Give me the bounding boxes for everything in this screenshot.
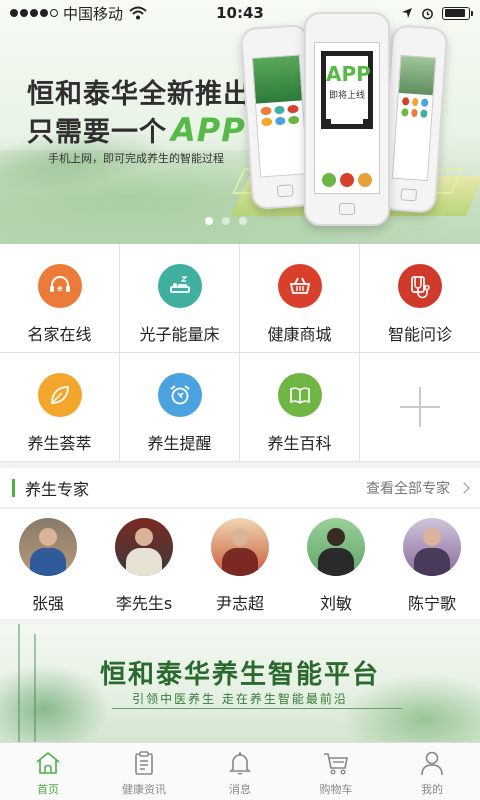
experts-section-title: 养生专家 [25, 479, 90, 499]
service-smart-consult[interactable]: 智能问诊 [360, 244, 480, 353]
experts-list: 张强 李先生s 尹志超 刘敏 陈宁歌 [0, 509, 480, 619]
tab-label: 首页 [37, 783, 59, 796]
stethoscope-icon [398, 264, 442, 308]
tab-cart[interactable]: 购物车 [288, 743, 384, 800]
service-wellness-reminder[interactable]: 养生提醒 [120, 353, 240, 462]
tab-messages[interactable]: 消息 [192, 743, 288, 800]
service-label: 养生提醒 [147, 434, 212, 453]
avatar [307, 518, 365, 576]
view-all-experts-label: 查看全部专家 [366, 480, 450, 497]
tab-home[interactable]: 首页 [0, 743, 96, 800]
app-screen: 恒和泰华全新推出 只需要一个 APP 手机上网，即可完成养生的智能过程 APP … [0, 0, 480, 800]
tab-label: 健康资讯 [122, 783, 166, 796]
tab-profile[interactable]: 我的 [384, 743, 480, 800]
view-all-experts-link[interactable]: 查看全部专家 [366, 478, 470, 498]
add-service-button[interactable] [360, 353, 480, 462]
avatar [115, 518, 173, 576]
location-arrow-icon [402, 8, 412, 18]
phone-mockup-center: APP 即将上线 [304, 12, 390, 226]
tab-bar: 首页 健康资讯 消息 购物车 我的 [0, 742, 480, 800]
expert-item[interactable]: 刘敏 [288, 509, 384, 619]
bell-icon [229, 752, 251, 775]
user-icon [421, 751, 443, 776]
banner-subtitle: 手机上网，即可完成养生的智能过程 [48, 152, 224, 165]
avatar [19, 518, 77, 576]
book-icon [277, 373, 322, 417]
status-bar: 中国移动 10:43 [0, 0, 480, 26]
section-accent-bar [12, 478, 15, 497]
experts-section-header: 养生专家 查看全部专家 [0, 468, 480, 508]
qr-coming-soon: 即将上线 [328, 91, 365, 101]
bed-icon [157, 264, 202, 308]
alarm-clock-icon [157, 373, 202, 417]
service-photon-bed[interactable]: 光子能量床 [120, 244, 240, 353]
pager-dot[interactable] [205, 217, 213, 225]
service-famous-doctors[interactable]: e 名家在线 [0, 244, 120, 353]
service-label: 养生百科 [267, 434, 332, 453]
battery-icon [442, 6, 473, 20]
expert-item[interactable]: 尹志超 [192, 509, 288, 619]
service-label: 智能问诊 [387, 325, 452, 344]
expert-item[interactable]: 陈宁歌 [384, 509, 480, 619]
plus-icon [400, 387, 440, 427]
basket-icon [277, 264, 322, 308]
banner-divider [112, 708, 402, 709]
service-label: 光子能量床 [139, 325, 220, 344]
qr-app-label: APP [326, 62, 371, 86]
clipboard-icon [135, 751, 153, 775]
tab-label: 消息 [229, 783, 251, 796]
banner-headline-app: APP [171, 111, 246, 149]
banner-headline-prefix: 只需要一个 [27, 117, 167, 148]
carrier-name: 中国移动 [63, 4, 124, 23]
cart-icon [324, 753, 348, 775]
pager-dot[interactable] [239, 217, 247, 225]
app-logo-icon [358, 173, 372, 187]
qr-code: APP 即将上线 [321, 51, 373, 129]
platform-banner-title: 恒和泰华养生智能平台 [99, 660, 380, 690]
tab-label: 我的 [421, 783, 443, 796]
banner-headline-line2: 只需要一个 APP [27, 110, 246, 149]
avatar [211, 518, 269, 576]
promo-carousel[interactable]: 恒和泰华全新推出 只需要一个 APP 手机上网，即可完成养生的智能过程 APP … [0, 0, 480, 244]
svg-text:e: e [57, 284, 63, 293]
expert-name: 刘敏 [319, 594, 352, 613]
service-wellness-encyclopedia[interactable]: 养生百科 [240, 353, 360, 462]
headset-icon: e [37, 264, 82, 308]
expert-name: 尹志超 [215, 594, 264, 613]
expert-item[interactable]: 张强 [0, 509, 96, 619]
pager-dot[interactable] [222, 217, 230, 225]
tab-label: 购物车 [319, 783, 353, 796]
status-time: 10:43 [216, 4, 264, 22]
apple-icon [340, 173, 354, 187]
home-icon [36, 751, 60, 774]
expert-name: 李先生s [115, 594, 173, 613]
store-icons [315, 173, 379, 187]
tab-health-news[interactable]: 健康资讯 [96, 743, 192, 800]
expert-name: 张强 [31, 594, 64, 613]
service-label: 名家在线 [27, 325, 92, 344]
service-grid: e 名家在线 光子能量床 健康商城 智能问诊 养生荟萃 养生提醒 养生百科 [0, 244, 480, 462]
alarm-icon [422, 8, 433, 19]
service-health-mall[interactable]: 健康商城 [240, 244, 360, 353]
platform-banner-subtitle: 引领中医养生 走在养生智能最前沿 [132, 692, 348, 706]
service-label: 养生荟萃 [27, 434, 92, 453]
chevron-right-icon [458, 481, 470, 494]
expert-name: 陈宁歌 [407, 594, 456, 613]
service-wellness-collection[interactable]: 养生荟萃 [0, 353, 120, 462]
android-icon [322, 173, 336, 187]
banner-headline-line1: 恒和泰华全新推出 [27, 79, 251, 110]
service-label: 健康商城 [267, 325, 332, 344]
leaf-icon [37, 373, 82, 417]
platform-banner[interactable]: 恒和泰华养生智能平台 引领中医养生 走在养生智能最前沿 [0, 624, 480, 742]
carousel-pager[interactable] [205, 217, 247, 225]
avatar [403, 518, 461, 576]
signal-strength-icon [10, 9, 58, 17]
wifi-icon [129, 6, 147, 20]
expert-item[interactable]: 李先生s [96, 509, 192, 619]
